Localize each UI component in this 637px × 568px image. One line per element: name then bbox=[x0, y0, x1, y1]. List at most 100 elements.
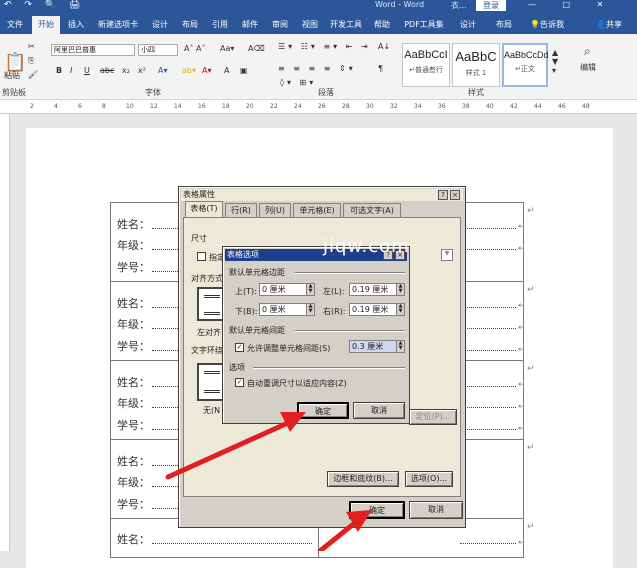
tab-table[interactable]: 表格(T) bbox=[185, 201, 223, 217]
tab-help[interactable]: 帮助 bbox=[368, 16, 396, 34]
tab-review[interactable]: 审阅 bbox=[266, 16, 294, 34]
text-effects-icon[interactable]: A▾ bbox=[158, 66, 168, 75]
table-options-dialog[interactable]: 表格选项 ? × 默认单元格边距 上(T): 0 厘米 ▲ ▼ 左(L): 0.19… bbox=[222, 246, 410, 424]
underline-button[interactable]: U bbox=[84, 66, 90, 75]
format-painter-icon[interactable]: 🖌 bbox=[28, 70, 38, 79]
allow-spacing-checkbox[interactable]: ✓ bbox=[235, 343, 244, 352]
clear-format-icon[interactable]: A⌫ bbox=[248, 44, 265, 53]
tab-home[interactable]: 开始 bbox=[32, 16, 60, 34]
wrap-label: 文字环绕 bbox=[191, 346, 223, 355]
style-sample: AaBbC bbox=[455, 49, 497, 64]
tell-me-search[interactable]: 💡告诉我 bbox=[530, 16, 564, 34]
tab-view[interactable]: 视图 bbox=[296, 16, 324, 34]
cancel-button[interactable]: 取消 bbox=[409, 501, 463, 519]
field-label: 姓名： bbox=[117, 218, 150, 231]
field-label: 学号： bbox=[117, 261, 150, 274]
font-color-icon[interactable]: A▾ bbox=[202, 66, 212, 75]
tab-alt-text[interactable]: 可选文字(A) bbox=[343, 203, 401, 217]
ruler-tick: 6 bbox=[78, 103, 82, 110]
spacing-input[interactable]: 0.3 厘米 ▲ ▼ bbox=[349, 340, 405, 353]
tab-table-design[interactable]: 设计 bbox=[454, 16, 482, 34]
italic-button[interactable]: I bbox=[70, 66, 72, 75]
spin-arrows-icon[interactable]: ▲ ▼ bbox=[396, 284, 404, 295]
spin-arrows-icon[interactable]: ▲ ▼ bbox=[396, 341, 404, 352]
vertical-ruler[interactable] bbox=[0, 114, 10, 551]
tab-row[interactable]: 行(R) bbox=[225, 203, 257, 217]
right-margin-input[interactable]: 0.19 厘米 ▲ ▼ bbox=[349, 303, 405, 316]
fill-line bbox=[460, 307, 516, 308]
left-margin-value: 0.19 厘米 bbox=[352, 285, 389, 294]
styles-scroll-icon[interactable]: ▲ ▼ ▾ bbox=[552, 48, 558, 75]
fill-line bbox=[460, 249, 516, 250]
font-group-label: 字体 bbox=[145, 88, 161, 97]
font-name-combo[interactable]: 阿里巴巴普惠 bbox=[51, 44, 135, 56]
tab-design[interactable]: 设计 bbox=[146, 16, 174, 34]
change-case-icon[interactable]: Aa▾ bbox=[220, 44, 234, 53]
list-icons[interactable]: ☰▾ ☷▾ ≡▾ ⇤ ⇥ bbox=[278, 42, 371, 51]
highlight-icon[interactable]: ab▾ bbox=[182, 66, 196, 75]
border-char-icon[interactable]: ▣ bbox=[240, 66, 248, 75]
auto-resize-checkbox[interactable]: ✓ bbox=[235, 378, 244, 387]
tab-table-layout[interactable]: 布局 bbox=[490, 16, 518, 34]
subscript-button[interactable]: x₂ bbox=[122, 66, 130, 75]
shading-icon[interactable]: A bbox=[224, 66, 229, 75]
strikethrough-button[interactable]: abc bbox=[100, 66, 114, 75]
bold-button[interactable]: B bbox=[56, 66, 62, 75]
ruler-tick: 46 bbox=[558, 103, 566, 110]
spin-arrows-icon[interactable]: ▲ ▼ bbox=[306, 304, 314, 315]
tab-pdf-tools[interactable]: PDF工具集 bbox=[398, 16, 450, 34]
show-marks-icon[interactable]: ¶ bbox=[378, 64, 383, 73]
shading-border-icons[interactable]: ◊▾ ⊞▾ bbox=[280, 78, 316, 87]
cancel-button[interactable]: 取消 bbox=[353, 402, 405, 419]
paste-label[interactable]: 粘贴 bbox=[4, 70, 20, 81]
top-margin-input[interactable]: 0 厘米 ▲ ▼ bbox=[259, 283, 315, 296]
close-button[interactable]: × bbox=[450, 190, 460, 200]
tab-cell[interactable]: 单元格(E) bbox=[293, 203, 341, 217]
window-controls[interactable]: — □ ✕ bbox=[528, 0, 615, 9]
style-name: 样式 1 bbox=[465, 69, 487, 77]
return-mark: ↵ bbox=[527, 364, 535, 374]
bottom-margin-input[interactable]: 0 厘米 ▲ ▼ bbox=[259, 303, 315, 316]
tab-column[interactable]: 列(U) bbox=[259, 203, 291, 217]
ok-button[interactable]: 确定 bbox=[349, 501, 405, 519]
login-button[interactable]: 登录 bbox=[476, 0, 506, 11]
align-icons[interactable]: ≡ ≡ ≡ ≡ ⇕▾ bbox=[278, 64, 356, 73]
return-mark: ↵ bbox=[518, 345, 526, 355]
tab-insert[interactable]: 插入 bbox=[62, 16, 90, 34]
tab-references[interactable]: 引用 bbox=[206, 16, 234, 34]
tab-layout[interactable]: 布局 bbox=[176, 16, 204, 34]
help-button[interactable]: ? bbox=[438, 190, 448, 200]
specify-width-checkbox[interactable] bbox=[197, 252, 206, 261]
position-button[interactable]: 定位(P)... bbox=[409, 409, 457, 425]
quick-access-toolbar[interactable]: ↶ ↷ 🔍 🖨 bbox=[4, 0, 85, 10]
tab-new[interactable]: 新建选项卡 bbox=[92, 16, 144, 34]
tab-mailings[interactable]: 邮件 bbox=[236, 16, 264, 34]
cell-spacing-label: 默认单元格间距 bbox=[229, 326, 285, 335]
options-button[interactable]: 选项(O)... bbox=[405, 471, 453, 487]
spin-arrows-icon[interactable]: ▲ ▼ bbox=[306, 284, 314, 295]
return-mark: ↵ bbox=[518, 380, 526, 390]
fill-line bbox=[460, 407, 516, 408]
share-button[interactable]: 👤共享 bbox=[596, 16, 622, 34]
spin-arrows-icon[interactable]: ▲ ▼ bbox=[396, 304, 404, 315]
style-1[interactable]: AaBbC 样式 1 bbox=[452, 43, 500, 87]
ruler-tick: 30 bbox=[366, 103, 374, 110]
copy-icon[interactable]: ⎘ bbox=[28, 56, 34, 66]
font-size-combo[interactable]: 小四 bbox=[138, 44, 178, 56]
borders-shading-button[interactable]: 边框和底纹(B)... bbox=[327, 471, 399, 487]
tab-file[interactable]: 文件 bbox=[2, 16, 28, 34]
superscript-button[interactable]: x² bbox=[138, 66, 146, 75]
sort-icon[interactable]: A↓ bbox=[378, 42, 390, 51]
edit-label[interactable]: 编辑 bbox=[580, 62, 596, 73]
search-icon[interactable]: ⌕ bbox=[584, 44, 591, 59]
cut-icon[interactable]: ✂ bbox=[28, 42, 35, 51]
style-body[interactable]: AaBbCcDd ↵正文 bbox=[502, 43, 549, 87]
grow-font-icon[interactable]: A˄ A˅ bbox=[184, 44, 206, 53]
tab-developer[interactable]: 开发工具 bbox=[326, 16, 366, 34]
horizontal-ruler[interactable]: 2 4 6 8 10 12 14 16 18 20 22 24 26 28 30 32 34 36 38 40 42 44… bbox=[0, 100, 637, 114]
unit-dropdown[interactable]: ▼ bbox=[441, 249, 453, 261]
left-margin-input[interactable]: 0.19 厘米 ▲ ▼ bbox=[349, 283, 405, 296]
style-normal-3[interactable]: AaBbCcI ↵普通叁行 bbox=[402, 43, 450, 87]
field-label: 学号： bbox=[117, 340, 150, 353]
ok-button[interactable]: 确定 bbox=[297, 402, 349, 419]
